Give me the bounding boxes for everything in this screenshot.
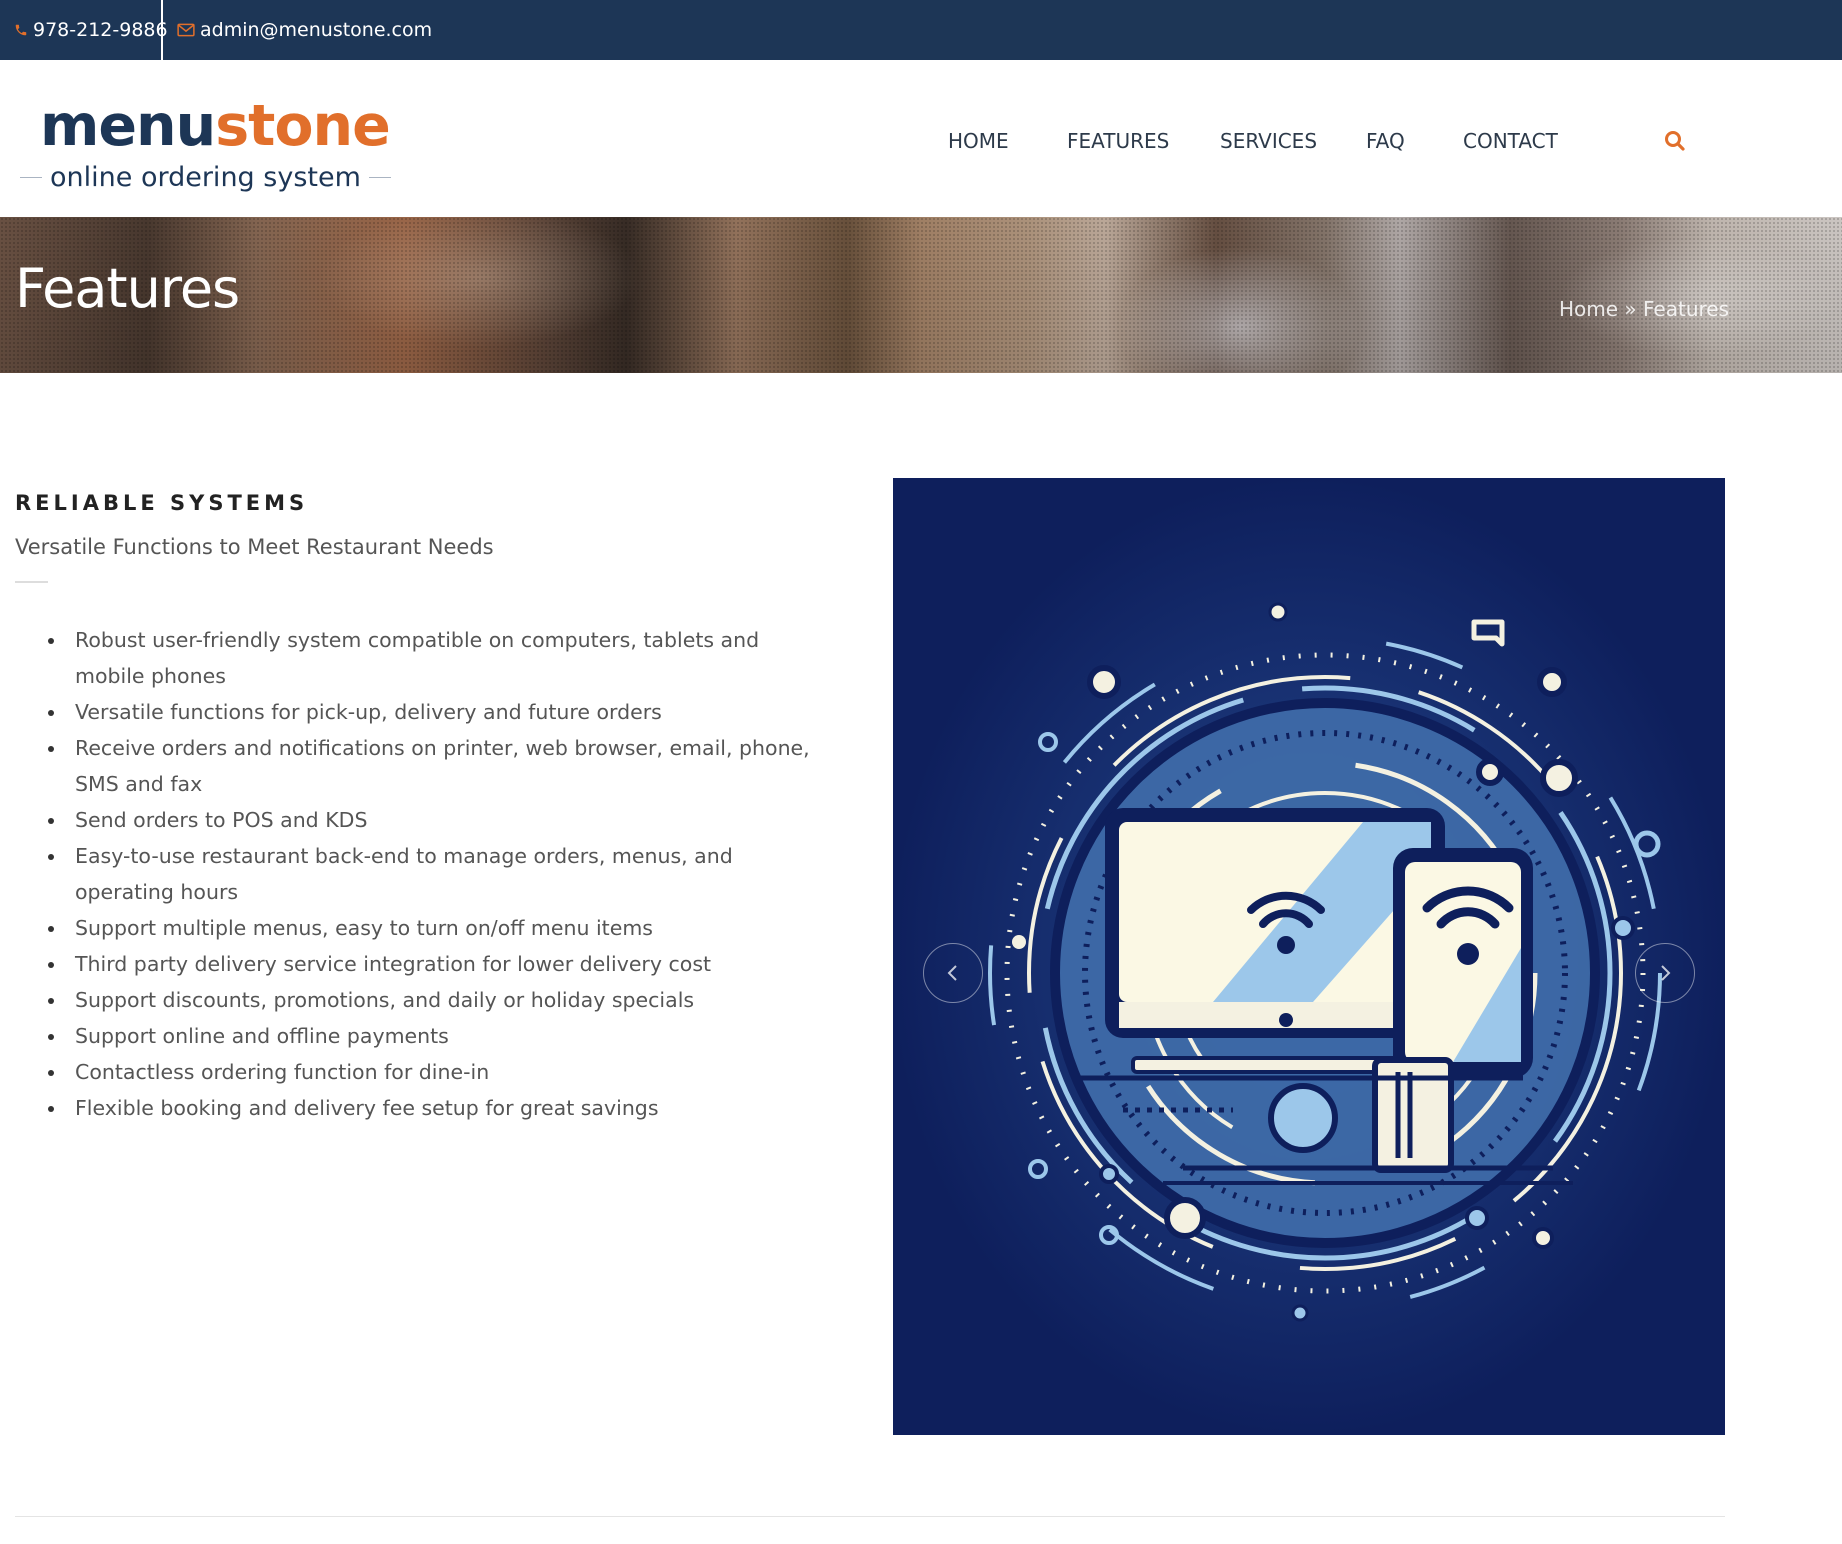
breadcrumb[interactable]: Home » Features [1559,297,1729,321]
email-address: admin@menustone.com [200,19,433,41]
feature-item: Support online and offline payments [45,1018,835,1054]
logo-wordmark-stone: stone [215,93,391,159]
content-divider [15,1516,1725,1517]
phone-icon [15,24,27,36]
feature-item: Versatile functions for pick-up, deliver… [45,694,835,730]
site-logo[interactable]: menustone online ordering system [20,98,391,208]
feature-item: Third party delivery service integration… [45,946,835,982]
feature-item: Robust user-friendly system compatible o… [45,622,835,694]
phone-link[interactable]: 978-212-9886 [14,0,168,60]
feature-list: Robust user-friendly system compatible o… [45,622,835,1126]
section-subtitle: Versatile Functions to Meet Restaurant N… [15,535,494,559]
feature-item: Send orders to POS and KDS [45,802,835,838]
page-banner: Features Home » Features [0,217,1842,373]
nav-item-features[interactable]: FEATURES [1067,129,1169,153]
slider-prev-button[interactable] [923,943,983,1003]
search-button[interactable] [1662,128,1688,154]
phone-number: 978-212-9886 [33,19,168,41]
feature-item: Support discounts, promotions, and daily… [45,982,835,1018]
site-header: menustone online ordering system HOME FE… [0,60,1842,217]
nav-item-faq[interactable]: FAQ [1366,129,1405,153]
page-title: Features [15,257,240,320]
logo-tagline: online ordering system [50,162,361,193]
feature-image-slider [893,478,1725,1435]
nav-item-home[interactable]: HOME [948,129,1009,153]
logo-tagline-row: online ordering system [20,162,391,193]
feature-item: Contactless ordering function for dine-i… [45,1054,835,1090]
tagline-dash-left [20,177,42,178]
envelope-icon [177,23,195,37]
feature-item: Receive orders and notifications on prin… [45,730,835,802]
chevron-right-icon [1661,965,1671,981]
feature-item: Flexible booking and delivery fee setup … [45,1090,835,1126]
nav-item-contact[interactable]: CONTACT [1463,129,1558,153]
chevron-left-icon [947,965,957,981]
logo-wordmark: menustone [40,98,391,155]
nav-item-services[interactable]: SERVICES [1220,129,1317,153]
section-title: RELIABLE SYSTEMS [15,491,309,515]
slider-next-button[interactable] [1635,943,1695,1003]
banner-texture [0,217,1842,373]
search-icon [1665,131,1685,151]
devices-illustration [988,602,1662,1322]
section-underline [15,581,48,583]
feature-item: Support multiple menus, easy to turn on/… [45,910,835,946]
email-link[interactable]: admin@menustone.com [177,0,432,60]
feature-item: Easy-to-use restaurant back-end to manag… [45,838,835,910]
topbar-divider [161,0,163,60]
logo-wordmark-menu: menu [40,93,216,159]
top-contact-bar: 978-212-9886 admin@menustone.com [0,0,1842,60]
tagline-dash-right [368,177,391,178]
